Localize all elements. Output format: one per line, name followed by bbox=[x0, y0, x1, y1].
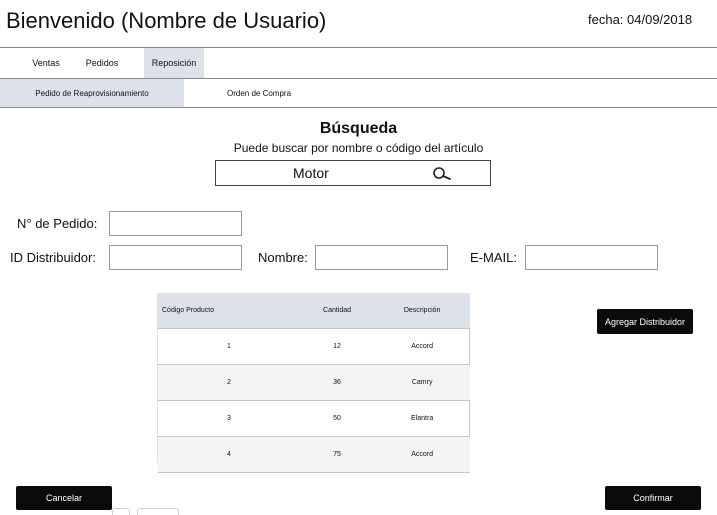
cell-codigo: 3 bbox=[158, 400, 300, 437]
cell-codigo: 2 bbox=[158, 364, 300, 401]
products-table: Código Producto Cantidad Descripción 1 1… bbox=[158, 293, 470, 473]
page-title: Bienvenido (Nombre de Usuario) bbox=[6, 8, 327, 33]
nombre-label: Nombre: bbox=[258, 250, 308, 265]
cancel-button[interactable]: Cancelar bbox=[16, 486, 112, 510]
email-input[interactable] bbox=[525, 245, 658, 270]
pedido-input[interactable] bbox=[109, 211, 242, 236]
col-cantidad: Cantidad bbox=[299, 293, 375, 329]
search-icon[interactable] bbox=[430, 167, 452, 181]
search-subtitle: Puede buscar por nombre o código del art… bbox=[233, 141, 484, 155]
pedido-label: N° de Pedido: bbox=[17, 216, 98, 231]
search-input[interactable] bbox=[293, 165, 490, 181]
search-box bbox=[215, 160, 491, 186]
col-codigo-producto: Código Producto bbox=[158, 293, 300, 329]
nombre-input[interactable] bbox=[315, 245, 448, 270]
cell-codigo: 1 bbox=[158, 328, 300, 365]
add-distributor-button[interactable]: Agregar Distribuidor bbox=[597, 309, 693, 334]
email-label: E-MAIL: bbox=[470, 250, 517, 265]
table-row[interactable]: 4 75 Accord bbox=[158, 436, 470, 473]
table-row[interactable]: 3 50 Elantra bbox=[158, 400, 470, 437]
cell-cantidad: 36 bbox=[299, 364, 375, 401]
tab-ventas[interactable]: Ventas bbox=[18, 48, 74, 78]
subtab-pedido-reaprovisionamiento[interactable]: Pedido de Reaprovisionamiento bbox=[0, 79, 184, 107]
divider bbox=[0, 107, 717, 108]
search-title: Búsqueda bbox=[319, 120, 398, 137]
subtab-orden-compra[interactable]: Orden de Compra bbox=[200, 79, 318, 107]
cell-cantidad: 75 bbox=[299, 436, 375, 473]
partial-control bbox=[137, 508, 179, 515]
cell-codigo: 4 bbox=[158, 436, 300, 473]
cell-cantidad: 50 bbox=[299, 400, 375, 437]
table-row[interactable]: 2 36 Camry bbox=[158, 364, 470, 401]
tab-pedidos[interactable]: Pedidos bbox=[76, 48, 128, 78]
date-label: fecha: 04/09/2018 bbox=[588, 12, 693, 27]
cell-descripcion: Accord bbox=[374, 328, 470, 365]
cell-cantidad: 12 bbox=[299, 328, 375, 365]
distribuidor-label: ID Distribuidor: bbox=[10, 250, 96, 265]
partial-control bbox=[112, 508, 130, 515]
table-row[interactable]: 1 12 Accord bbox=[158, 328, 470, 365]
table-header-row: Código Producto Cantidad Descripción bbox=[158, 293, 470, 329]
confirm-button[interactable]: Confirmar bbox=[605, 486, 701, 510]
cell-descripcion: Accord bbox=[374, 436, 470, 473]
cell-descripcion: Elantra bbox=[374, 400, 470, 437]
cell-descripcion: Camry bbox=[374, 364, 470, 401]
distribuidor-input[interactable] bbox=[109, 245, 242, 270]
tab-reposicion[interactable]: Reposición bbox=[144, 48, 204, 78]
col-descripcion: Descripción bbox=[374, 293, 470, 329]
